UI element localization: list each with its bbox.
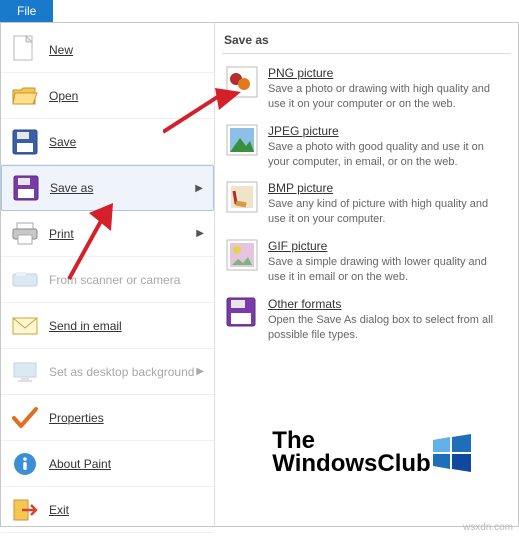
file-menu-panel: New Open Save Save as ▶ Print [0,23,519,527]
jpeg-picture-icon [226,124,258,156]
open-menu-item[interactable]: Open [1,73,214,119]
gif-format-item[interactable]: GIF picture Save a simple drawing with l… [222,233,511,291]
format-title: GIF picture [268,239,507,253]
envelope-icon [11,312,39,340]
watermark: wsxdn.com [463,522,513,533]
format-desc: Save any kind of picture with high quali… [268,197,507,227]
exit-icon [11,496,39,524]
logo-text: The WindowsClub [272,430,430,476]
menu-label: Properties [49,411,104,425]
chevron-right-icon: ▶ [196,366,204,377]
send-email-menu-item[interactable]: Send in email [1,303,214,349]
file-menu-list: New Open Save Save as ▶ Print [1,23,215,526]
windowsclub-logo: The WindowsClub [245,430,498,476]
format-title: BMP picture [268,181,507,195]
jpeg-format-item[interactable]: JPEG picture Save a photo with good qual… [222,118,511,176]
save-as-submenu: Save as PNG picture Save a photo or draw… [215,23,518,526]
png-picture-icon [226,66,258,98]
info-icon [11,450,39,478]
format-title: Other formats [268,297,507,311]
printer-icon [11,220,39,248]
scanner-icon [11,266,39,294]
properties-menu-item[interactable]: Properties [1,395,214,441]
png-format-item[interactable]: PNG picture Save a photo or drawing with… [222,60,511,118]
menu-label: Send in email [49,319,122,333]
floppy-save-icon [11,128,39,156]
tab-bar: File [0,0,519,23]
save-as-menu-item[interactable]: Save as ▶ [1,165,214,211]
chevron-right-icon: ▶ [196,228,204,239]
gif-picture-icon [226,239,258,271]
format-desc: Save a photo or drawing with high qualit… [268,82,507,112]
menu-label: Open [49,89,78,103]
new-menu-item[interactable]: New [1,27,214,73]
format-desc: Save a simple drawing with lower quality… [268,255,507,285]
other-formats-item[interactable]: Other formats Open the Save As dialog bo… [222,291,511,349]
menu-label: New [49,43,73,57]
set-desktop-bg-menu-item: Set as desktop background ▶ [1,349,214,395]
format-title: JPEG picture [268,124,507,138]
checkmark-icon [11,404,39,432]
menu-label: Save as [50,181,93,195]
from-scanner-menu-item: From scanner or camera [1,257,214,303]
bmp-format-item[interactable]: BMP picture Save any kind of picture wit… [222,175,511,233]
exit-menu-item[interactable]: Exit [1,487,214,533]
submenu-title: Save as [222,29,511,54]
menu-label: Set as desktop background [49,365,194,379]
menu-label: About Paint [49,457,111,471]
file-tab[interactable]: File [0,0,53,22]
format-desc: Open the Save As dialog box to select fr… [268,313,507,343]
menu-label: Exit [49,503,69,517]
about-menu-item[interactable]: About Paint [1,441,214,487]
new-document-icon [11,36,39,64]
format-desc: Save a photo with good quality and use i… [268,140,507,170]
bmp-picture-icon [226,181,258,213]
desktop-bg-icon [11,358,39,386]
menu-label: From scanner or camera [49,273,180,287]
save-menu-item[interactable]: Save [1,119,214,165]
chevron-right-icon: ▶ [195,183,203,194]
format-title: PNG picture [268,66,507,80]
print-menu-item[interactable]: Print ▶ [1,211,214,257]
folder-open-icon [11,82,39,110]
floppy-save-as-icon [12,174,40,202]
windows-logo-icon [433,434,471,472]
menu-label: Print [49,227,74,241]
floppy-save-as-icon [226,297,258,329]
menu-label: Save [49,135,76,149]
